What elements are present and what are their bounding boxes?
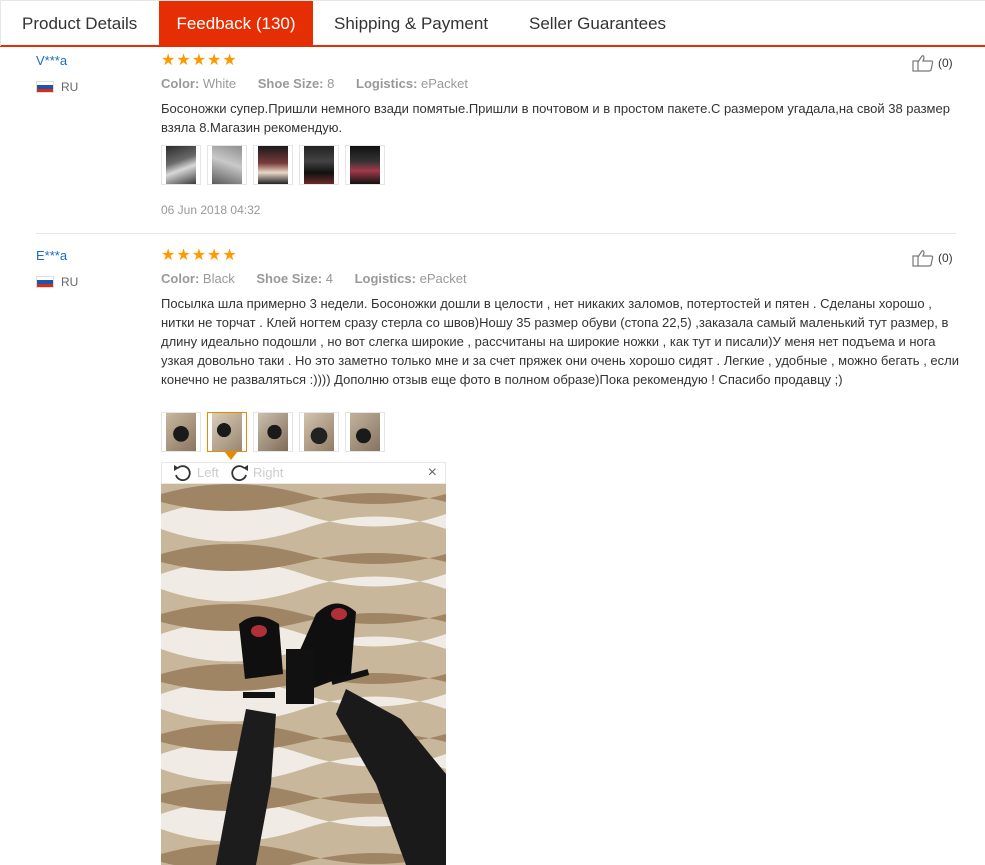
tab-feedback[interactable]: Feedback (130) — [159, 1, 313, 46]
rotate-right-icon — [231, 465, 248, 482]
thumbs-up-icon — [912, 250, 934, 267]
rotate-left-button[interactable]: Left — [172, 463, 219, 483]
size-value: 4 — [325, 271, 333, 286]
review-date: 06 Jun 2018 04:32 — [161, 203, 261, 217]
color-value: White — [202, 76, 237, 91]
review-photos — [161, 145, 385, 185]
star-icon: ★ — [176, 247, 191, 264]
color-label: Color: — [161, 76, 200, 91]
review-photo-thumb[interactable] — [207, 145, 247, 185]
review-text: Посылка шла примерно 3 недели. Босоножки… — [161, 296, 959, 387]
tab-seller-guarantees[interactable]: Seller Guarantees — [508, 1, 687, 46]
review-photo-thumb[interactable] — [161, 145, 201, 185]
rotate-left-icon — [174, 465, 191, 482]
review-photo-thumb[interactable] — [299, 145, 339, 185]
size-label: Shoe Size: — [257, 76, 324, 91]
helpful-count: (0) — [938, 56, 953, 70]
review-photo-thumb[interactable] — [345, 145, 385, 185]
rotate-left-label: Left — [197, 465, 219, 480]
review-photo-thumb[interactable] — [161, 412, 201, 452]
rotate-right-label: Right — [253, 465, 284, 480]
reviewer-name[interactable]: V***a — [36, 53, 67, 68]
reviewer-country: RU — [36, 80, 78, 94]
logistics-label: Logistics: — [356, 76, 418, 91]
star-icon: ★ — [222, 247, 237, 264]
tab-bar: Product Details Feedback (130) Shipping … — [0, 0, 985, 47]
country-code: RU — [61, 275, 79, 289]
close-viewer-button[interactable]: × — [428, 463, 437, 483]
star-icon: ★ — [176, 52, 191, 69]
reviewer-name[interactable]: E***a — [36, 248, 67, 263]
helpful-button[interactable]: (0) — [912, 249, 953, 267]
tab-product-details[interactable]: Product Details — [0, 1, 158, 46]
review-attributes: Color: Black Shoe Size: 4 Logistics: ePa… — [161, 271, 485, 286]
size-label: Shoe Size: — [256, 271, 323, 286]
review-photo-large — [161, 484, 446, 865]
country-code: RU — [61, 80, 79, 94]
tab-shipping-payment[interactable]: Shipping & Payment — [313, 1, 509, 46]
star-icon: ★ — [191, 247, 207, 264]
star-icon: ★ — [161, 52, 176, 69]
russia-flag-icon — [36, 81, 54, 93]
star-icon: ★ — [207, 52, 222, 69]
review-photos — [161, 412, 385, 452]
thumbs-up-icon — [912, 55, 934, 72]
size-value: 8 — [327, 76, 335, 91]
logistics-value: ePacket — [419, 271, 467, 286]
star-icon: ★ — [222, 52, 237, 69]
star-rating: ★ ★ ★ ★ ★ — [161, 53, 237, 69]
reviewer-country: RU — [36, 275, 78, 289]
star-icon: ★ — [161, 247, 176, 264]
viewer-pointer — [224, 451, 238, 460]
russia-flag-icon — [36, 276, 54, 288]
review-photo-thumb[interactable] — [299, 412, 339, 452]
helpful-button[interactable]: (0) — [912, 54, 953, 72]
review-photo-thumb-selected[interactable] — [207, 412, 247, 452]
review-photo-thumb[interactable] — [253, 412, 293, 452]
review-photo-thumb[interactable] — [253, 145, 293, 185]
logistics-label: Logistics: — [354, 271, 416, 286]
star-icon: ★ — [207, 247, 222, 264]
review-divider — [36, 233, 956, 234]
review-photo-thumb[interactable] — [345, 412, 385, 452]
rotate-right-button[interactable]: Right — [228, 463, 283, 483]
review-attributes: Color: White Shoe Size: 8 Logistics: ePa… — [161, 76, 486, 91]
helpful-count: (0) — [938, 251, 953, 265]
review-text: Босоножки супер.Пришли немного взади пом… — [161, 101, 950, 135]
star-rating: ★ ★ ★ ★ ★ — [161, 248, 237, 264]
color-label: Color: — [161, 271, 200, 286]
photo-viewer-toolbar: Left Right × — [161, 462, 446, 484]
color-value: Black — [202, 271, 235, 286]
logistics-value: ePacket — [421, 76, 469, 91]
star-icon: ★ — [191, 52, 207, 69]
